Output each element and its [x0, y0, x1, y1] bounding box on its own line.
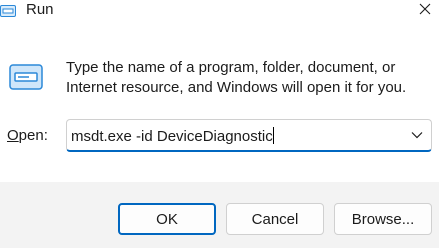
open-label: Open: — [7, 127, 48, 145]
dialog-description: Type the name of a program, folder, docu… — [66, 59, 407, 96]
run-app-icon-large — [9, 64, 43, 90]
title-bar: Run — [0, 0, 439, 22]
run-app-icon — [0, 4, 16, 17]
open-label-mnemonic: O — [7, 127, 19, 144]
close-button[interactable] — [411, 0, 439, 22]
chevron-down-icon — [411, 126, 423, 144]
open-label-text: pen: — [18, 127, 48, 144]
run-dialog: Run Type the name of a program, folder, … — [0, 0, 439, 248]
ok-button[interactable]: OK — [118, 203, 216, 235]
command-value: msdt.exe -id DeviceDiagnostic — [71, 128, 273, 145]
window-title: Run — [26, 1, 54, 18]
command-input[interactable]: msdt.exe -id DeviceDiagnostic — [71, 127, 274, 146]
cancel-button[interactable]: Cancel — [226, 203, 324, 235]
open-command-combobox[interactable]: msdt.exe -id DeviceDiagnostic — [66, 119, 432, 152]
close-icon — [419, 2, 431, 20]
button-bar: OK Cancel Browse... — [0, 182, 439, 248]
browse-button[interactable]: Browse... — [334, 203, 432, 235]
text-cursor — [272, 127, 274, 144]
dropdown-button[interactable] — [409, 127, 425, 143]
